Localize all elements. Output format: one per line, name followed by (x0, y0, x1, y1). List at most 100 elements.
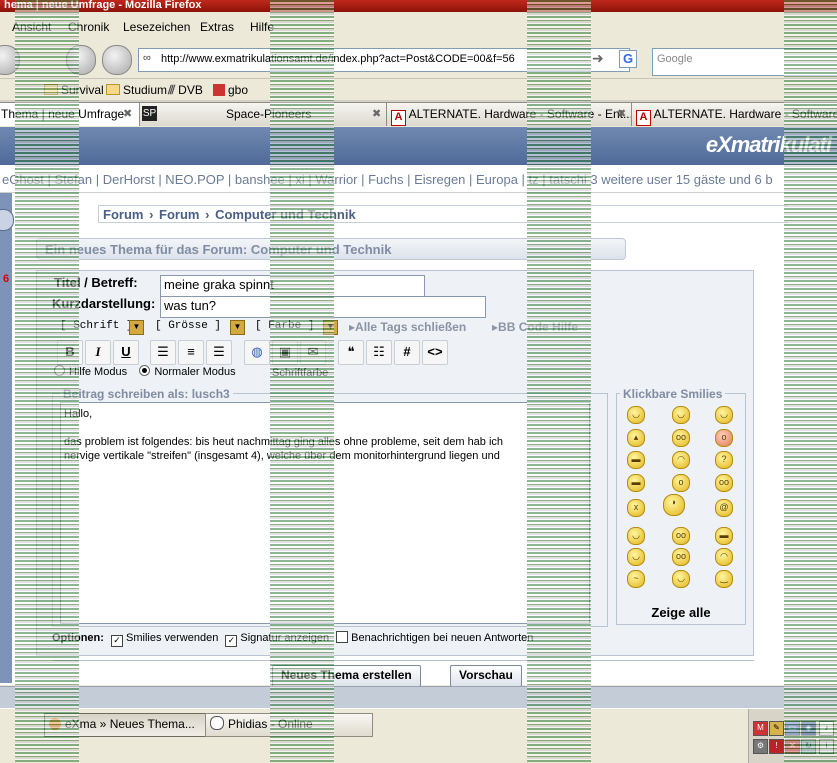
tab-thema[interactable]: Thema | neue Umfrage ✖ (0, 102, 142, 126)
tray-monitor-icon[interactable]: ▭ (785, 721, 800, 736)
color-select[interactable]: [ Farbe ] (255, 320, 314, 334)
close-icon[interactable]: ✖ (372, 103, 381, 125)
bold-icon[interactable]: B (57, 340, 83, 365)
smiley-dead-icon[interactable]: x (627, 499, 645, 517)
search-engine-icon[interactable]: G (619, 50, 637, 68)
smiley-smirk-icon[interactable]: ~ (627, 570, 645, 588)
tab-alternate-2[interactable]: A ALTERNATE. Hardware - Software (631, 102, 837, 126)
close-all-tags-link[interactable]: ▸Alle Tags schließen (349, 320, 466, 334)
menu-help[interactable]: Hilfe (250, 20, 274, 34)
tray-antivirus-icon[interactable]: ✕ (785, 739, 800, 754)
radio-normal-mode[interactable] (139, 365, 151, 376)
smiley-pacman-icon[interactable]: ◗ (663, 494, 685, 516)
breadcrumb-category[interactable]: Computer und Technik (215, 207, 356, 222)
smiley-happy-icon[interactable]: ◡ (672, 570, 690, 588)
bookmark-gbo[interactable]: gbo (213, 83, 248, 97)
checkbox-smilies[interactable]: ✓ (111, 635, 123, 647)
menu-view[interactable]: Ansicht (12, 20, 51, 34)
smiley-content-icon[interactable]: ◡ (627, 527, 645, 545)
chevron-down-icon[interactable]: ▼ (323, 320, 338, 335)
go-arrow-icon[interactable]: ➜ (592, 50, 604, 67)
smiley-roll-eyes-icon[interactable]: oo (672, 429, 690, 447)
align-center-icon[interactable]: ≡ (178, 340, 204, 365)
bookmark-studium[interactable]: Studium (106, 83, 167, 97)
smiley-frown-icon[interactable]: ◠ (715, 548, 733, 566)
smiley-angry-icon[interactable]: ▴ (627, 429, 645, 447)
smiley-crazy-icon[interactable]: @ (715, 499, 733, 517)
align-right-icon[interactable]: ☰ (206, 340, 232, 365)
smiley-glasses-icon[interactable]: oo (672, 527, 690, 545)
stop-button[interactable] (66, 45, 96, 75)
quote-icon[interactable]: ❝ (338, 340, 364, 365)
description-field[interactable]: was tun? (160, 296, 486, 318)
size-select[interactable]: [ Grösse ] (155, 320, 221, 334)
tray-settings-icon[interactable]: ⚙ (753, 739, 768, 754)
list-icon[interactable]: ☷ (366, 340, 392, 365)
smiley-wink-icon[interactable]: ◠ (672, 451, 690, 469)
underline-icon[interactable]: U (113, 340, 139, 365)
bookmark-dvb[interactable]: ⫻ DVB (168, 83, 203, 98)
breadcrumb-forum-root[interactable]: Forum (103, 207, 143, 222)
smiley-tongue-icon[interactable]: ▬ (627, 474, 645, 492)
breadcrumb-forum[interactable]: Forum (159, 207, 199, 222)
tray-tools-icon[interactable]: ✎ (769, 721, 784, 736)
tab-alternate-1[interactable]: A ALTERNATE. Hardware - Software - Ent..… (386, 102, 638, 126)
title-field[interactable]: meine graka spinnt (160, 275, 425, 297)
smiley-confused-icon[interactable]: ? (715, 451, 733, 469)
normal-mode-option[interactable]: Normaler Modus (139, 365, 236, 378)
home-button[interactable] (102, 45, 132, 75)
font-select[interactable]: [ Schrift ] (60, 320, 133, 334)
smiley-blush-icon[interactable]: o (715, 429, 733, 447)
chevron-down-icon[interactable]: ▼ (129, 320, 144, 335)
checkbox-notify[interactable] (336, 631, 349, 643)
smiley-laugh-icon[interactable]: ◡ (627, 548, 645, 566)
preview-button[interactable]: Vorschau (450, 665, 522, 687)
font-color-label[interactable]: Schriftfarbe (272, 367, 328, 379)
task-phidias[interactable]: Phidias - Online (205, 713, 373, 737)
post-textarea[interactable]: Hallo, das problem ist folgendes: bis he… (60, 402, 590, 624)
site-logo[interactable]: eXmatrikulati (706, 132, 832, 158)
smiley-big-eyes-icon[interactable]: oo (715, 474, 733, 492)
sidebar-toggle-icon[interactable] (0, 209, 14, 231)
tray-sync-icon[interactable]: ↻ (801, 739, 816, 754)
url-bar[interactable]: ∞ http://www.exmatrikulationsamt.de/inde… (138, 48, 630, 72)
menu-extras[interactable]: Extras (200, 20, 234, 34)
chevron-down-icon[interactable]: ▼ (230, 320, 245, 335)
italic-icon[interactable]: I (85, 340, 111, 365)
tray-volume-icon[interactable]: ♪ (819, 721, 834, 736)
smiley-cool-icon[interactable]: ▬ (627, 451, 645, 469)
smiley-grin-icon[interactable]: ◡ (715, 406, 733, 424)
image-icon[interactable]: ▣ (272, 340, 298, 365)
radio-help-mode[interactable] (54, 365, 65, 376)
back-button[interactable] (0, 45, 20, 75)
checkbox-signature[interactable]: ✓ (225, 635, 238, 647)
tray-info-icon[interactable]: i (819, 739, 834, 754)
menu-bookmarks[interactable]: Lesezeichen (123, 20, 190, 34)
email-icon[interactable]: ✉ (300, 340, 326, 365)
search-input[interactable]: Google (652, 48, 837, 76)
close-icon[interactable]: ✖ (123, 103, 132, 125)
align-left-icon[interactable]: ☰ (150, 340, 176, 365)
hash-icon[interactable]: # (394, 340, 420, 365)
tab-space-pioneers[interactable]: SP Space-Pioneers ✖ (139, 102, 389, 126)
tray-network-icon[interactable]: M (753, 721, 768, 736)
smiley-nerd-icon[interactable]: oo (672, 548, 690, 566)
create-topic-button[interactable]: Neues Thema erstellen (272, 665, 421, 687)
tray-shield-icon[interactable]: ◈ (801, 721, 816, 736)
tray-alert-icon[interactable]: ! (769, 739, 784, 754)
close-icon[interactable]: ✖ (617, 103, 626, 125)
help-mode-option[interactable]: Hilfe Modus (54, 365, 127, 378)
online-users-list[interactable]: eGhost | Stefan | DerHorst | NEO.POP | b… (2, 172, 773, 187)
menu-history[interactable]: Chronik (68, 20, 109, 34)
smiley-neutral-icon[interactable]: ▬ (715, 527, 733, 545)
smiley-sleepy-icon[interactable]: ‿ (715, 570, 733, 588)
bookmark-survival[interactable]: Survival (44, 83, 104, 97)
globe-link-icon[interactable]: ◍ (244, 340, 270, 365)
code-icon[interactable]: <> (422, 340, 448, 365)
show-all-smilies-link[interactable]: Zeige alle (616, 605, 746, 620)
smiley-sad-icon[interactable]: ◡ (627, 406, 645, 424)
bb-code-help-link[interactable]: ▸BB Code Hilfe (492, 320, 578, 334)
task-exma[interactable]: eXma » Neues Thema... (44, 713, 210, 737)
smiley-smile-icon[interactable]: ◡ (672, 406, 690, 424)
smiley-surprised-icon[interactable]: o (672, 474, 690, 492)
